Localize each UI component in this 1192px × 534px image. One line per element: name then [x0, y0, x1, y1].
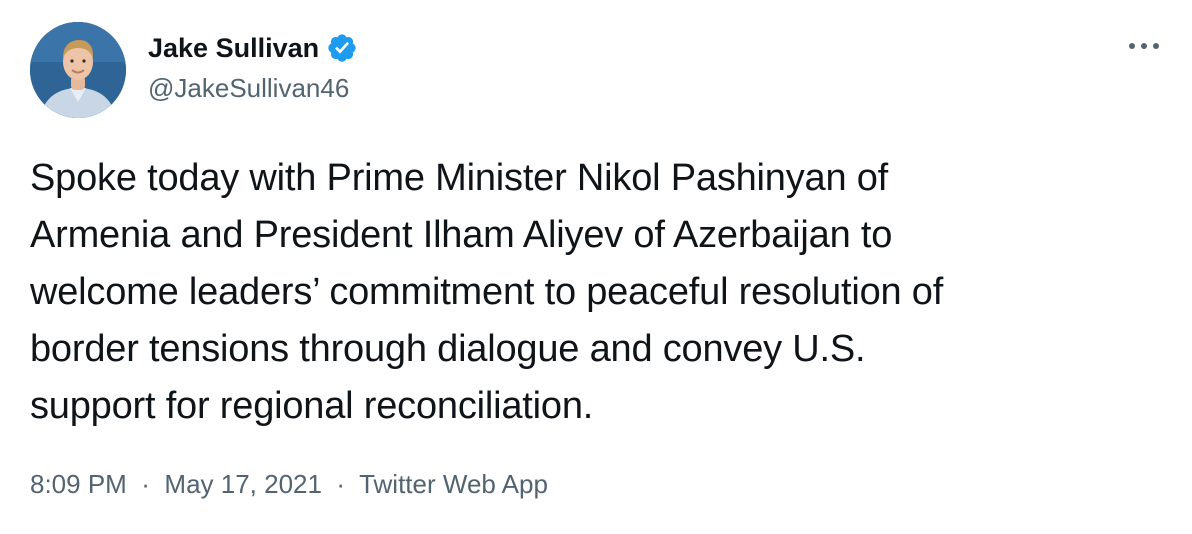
tweet-source-link[interactable]: Twitter Web App [359, 469, 548, 499]
author-display-name[interactable]: Jake Sullivan [148, 32, 319, 64]
author-name-row: Jake Sullivan [148, 28, 358, 68]
meta-separator: · [329, 469, 353, 499]
avatar[interactable] [30, 22, 126, 118]
tweet-date-link[interactable]: May 17, 2021 [164, 469, 322, 499]
verified-badge-icon [326, 32, 358, 64]
more-options-button[interactable] [1124, 34, 1164, 58]
tweet-text-line: welcome leaders’ commitment to peaceful … [30, 271, 944, 313]
tweet-text-line: border tensions through dialogue and con… [30, 328, 866, 370]
tweet-text-line: Spoke today with Prime Minister Nikol Pa… [30, 157, 889, 199]
avatar-photo-icon [30, 22, 126, 118]
more-horizontal-icon [1129, 43, 1159, 49]
author-handle[interactable]: @JakeSullivan46 [148, 72, 349, 104]
tweet-text-line: Armenia and President Ilham Aliyev of Az… [30, 214, 893, 256]
tweet-card: Jake Sullivan @JakeSullivan46 Spoke toda… [0, 0, 1192, 534]
tweet-metadata: 8:09 PM · May 17, 2021 · Twitter Web App [30, 464, 548, 504]
tweet-text: Spoke today with Prime Minister Nikol Pa… [30, 150, 1160, 435]
meta-separator: · [134, 469, 158, 499]
tweet-time-link[interactable]: 8:09 PM [30, 469, 127, 499]
tweet-text-line: support for regional reconciliation. [30, 385, 594, 427]
